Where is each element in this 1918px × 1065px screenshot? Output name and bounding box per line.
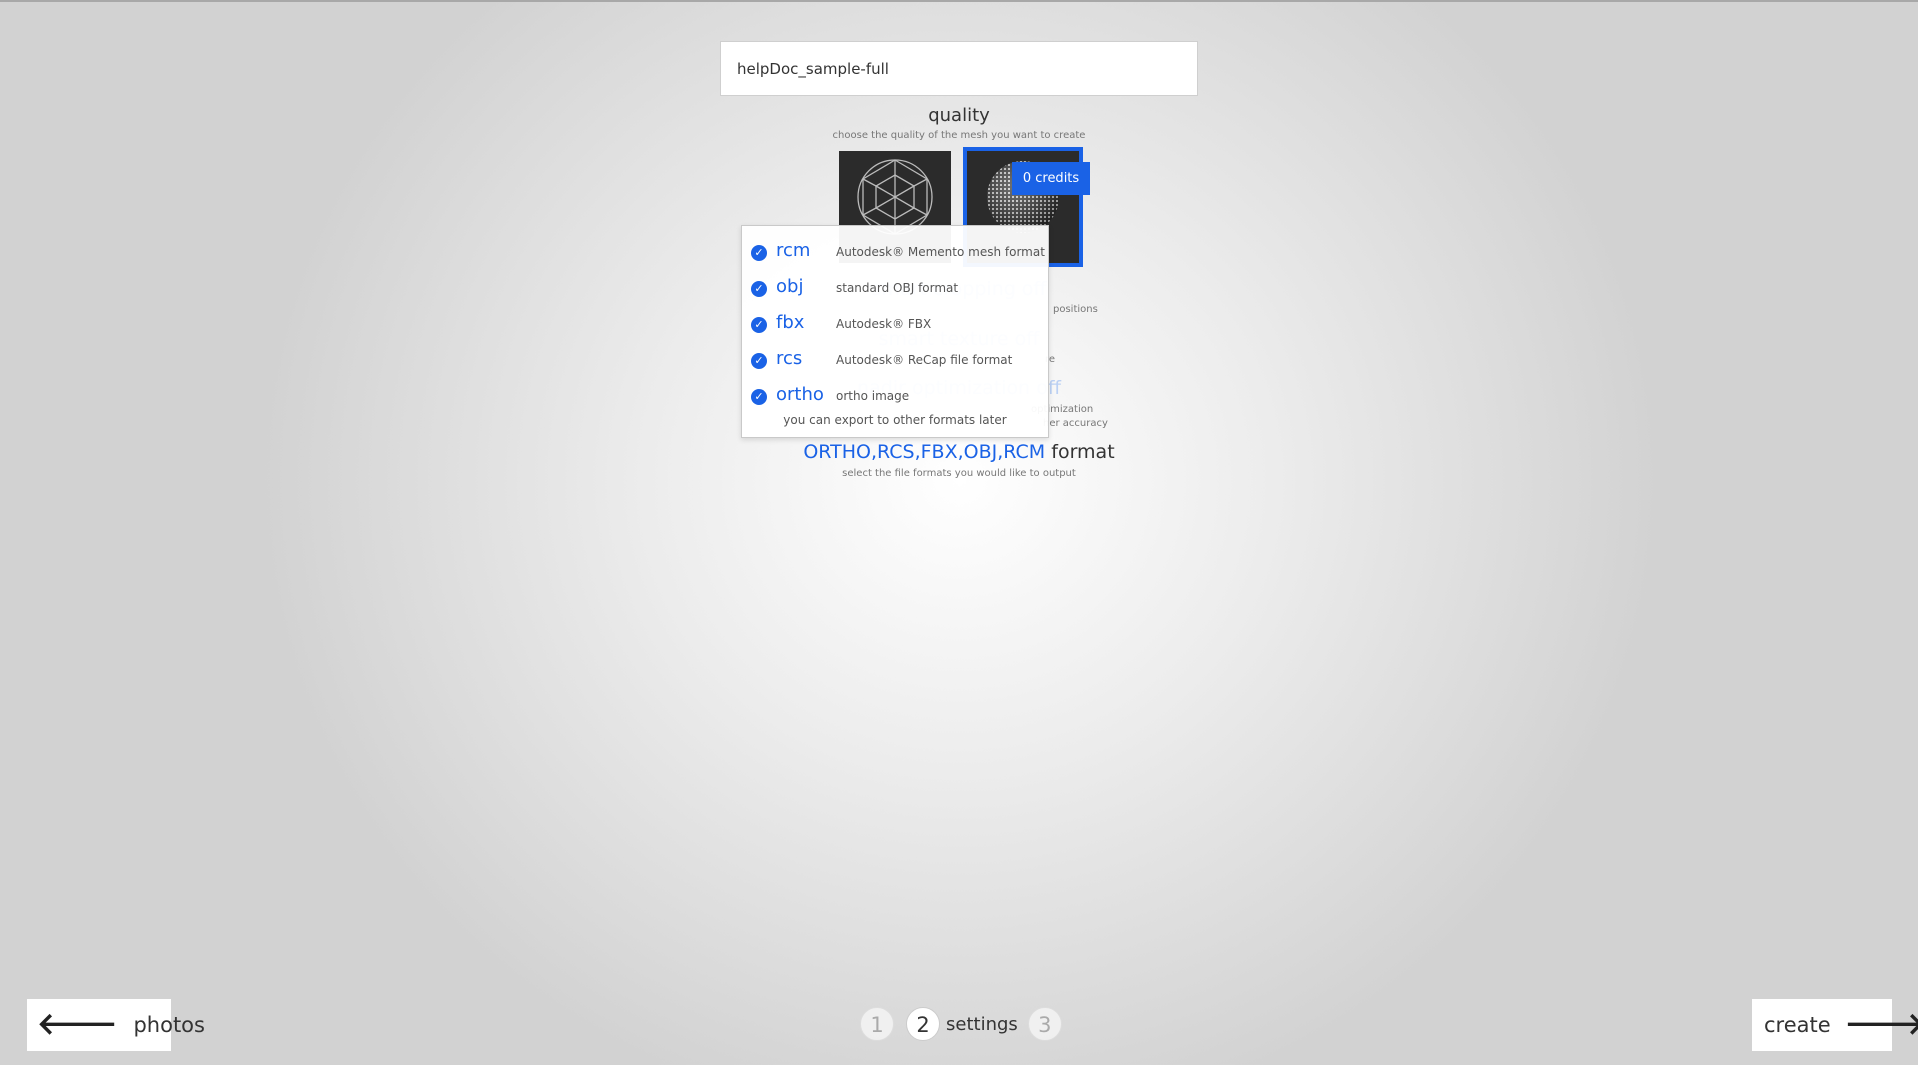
check-circle-icon[interactable]: ✓ <box>751 389 767 405</box>
step-indicator: 1 2 settings 3 <box>860 1006 1074 1042</box>
export-later-note: you can export to other formats later <box>783 413 1007 427</box>
format-option-obj[interactable]: ✓ obj standard OBJ format <box>742 274 1048 304</box>
current-step-label: settings <box>946 1013 1018 1035</box>
format-selector[interactable]: ORTHO,RCS,FBX,OBJ,RCM format <box>759 441 1159 463</box>
nadir-optimization-subtitle-2: her accuracy <box>1043 418 1108 429</box>
step-1[interactable]: 1 <box>860 1007 894 1041</box>
format-option-desc: Autodesk® FBX <box>836 317 932 331</box>
step-3[interactable]: 3 <box>1027 1007 1062 1041</box>
credits-badge: 0 credits <box>1012 162 1090 195</box>
format-option-desc: standard OBJ format <box>836 281 959 295</box>
format-option-ext: fbx <box>776 312 805 333</box>
format-option-ext: rcs <box>776 348 803 369</box>
arrow-right-icon: 🡒 <box>1844 1007 1918 1042</box>
check-circle-icon[interactable]: ✓ <box>751 353 767 369</box>
format-option-desc: ortho image <box>836 389 910 403</box>
format-dropdown: ✓ rcm Autodesk® Memento mesh format ✓ ob… <box>741 225 1049 438</box>
smart-cropping-subtitle: positions <box>1053 304 1098 315</box>
check-circle-icon[interactable]: ✓ <box>751 281 767 297</box>
project-name-input[interactable] <box>720 41 1198 96</box>
top-border <box>0 0 1918 2</box>
create-button[interactable]: create 🡒 <box>1752 999 1918 1051</box>
create-button-label: create <box>1764 1013 1831 1037</box>
quality-title: quality <box>928 105 990 126</box>
format-option-fbx[interactable]: ✓ fbx Autodesk® FBX <box>742 310 1048 340</box>
format-option-ext: rcm <box>776 240 811 261</box>
quality-subtitle: choose the quality of the mesh you want … <box>832 130 1086 141</box>
format-label: format <box>1051 441 1115 463</box>
check-circle-icon[interactable]: ✓ <box>751 317 767 333</box>
selected-formats[interactable]: ORTHO,RCS,FBX,OBJ,RCM <box>803 441 1045 463</box>
back-button[interactable]: 🡐 photos <box>27 999 205 1051</box>
format-option-ext: ortho <box>776 384 824 405</box>
format-option-rcm[interactable]: ✓ rcm Autodesk® Memento mesh format <box>742 238 1048 268</box>
step-2[interactable]: 2 <box>906 1007 940 1041</box>
back-button-label: photos <box>133 1013 205 1037</box>
format-subtitle: select the file formats you would like t… <box>842 468 1076 479</box>
format-option-desc: Autodesk® ReCap file format <box>836 353 1013 367</box>
format-option-rcs[interactable]: ✓ rcs Autodesk® ReCap file format <box>742 346 1048 376</box>
format-option-ext: obj <box>776 276 804 297</box>
format-option-ortho[interactable]: ✓ ortho ortho image <box>742 382 1048 412</box>
format-option-desc: Autodesk® Memento mesh format <box>836 245 1045 259</box>
check-circle-icon[interactable]: ✓ <box>751 245 767 261</box>
arrow-left-icon: 🡐 <box>37 1007 118 1042</box>
